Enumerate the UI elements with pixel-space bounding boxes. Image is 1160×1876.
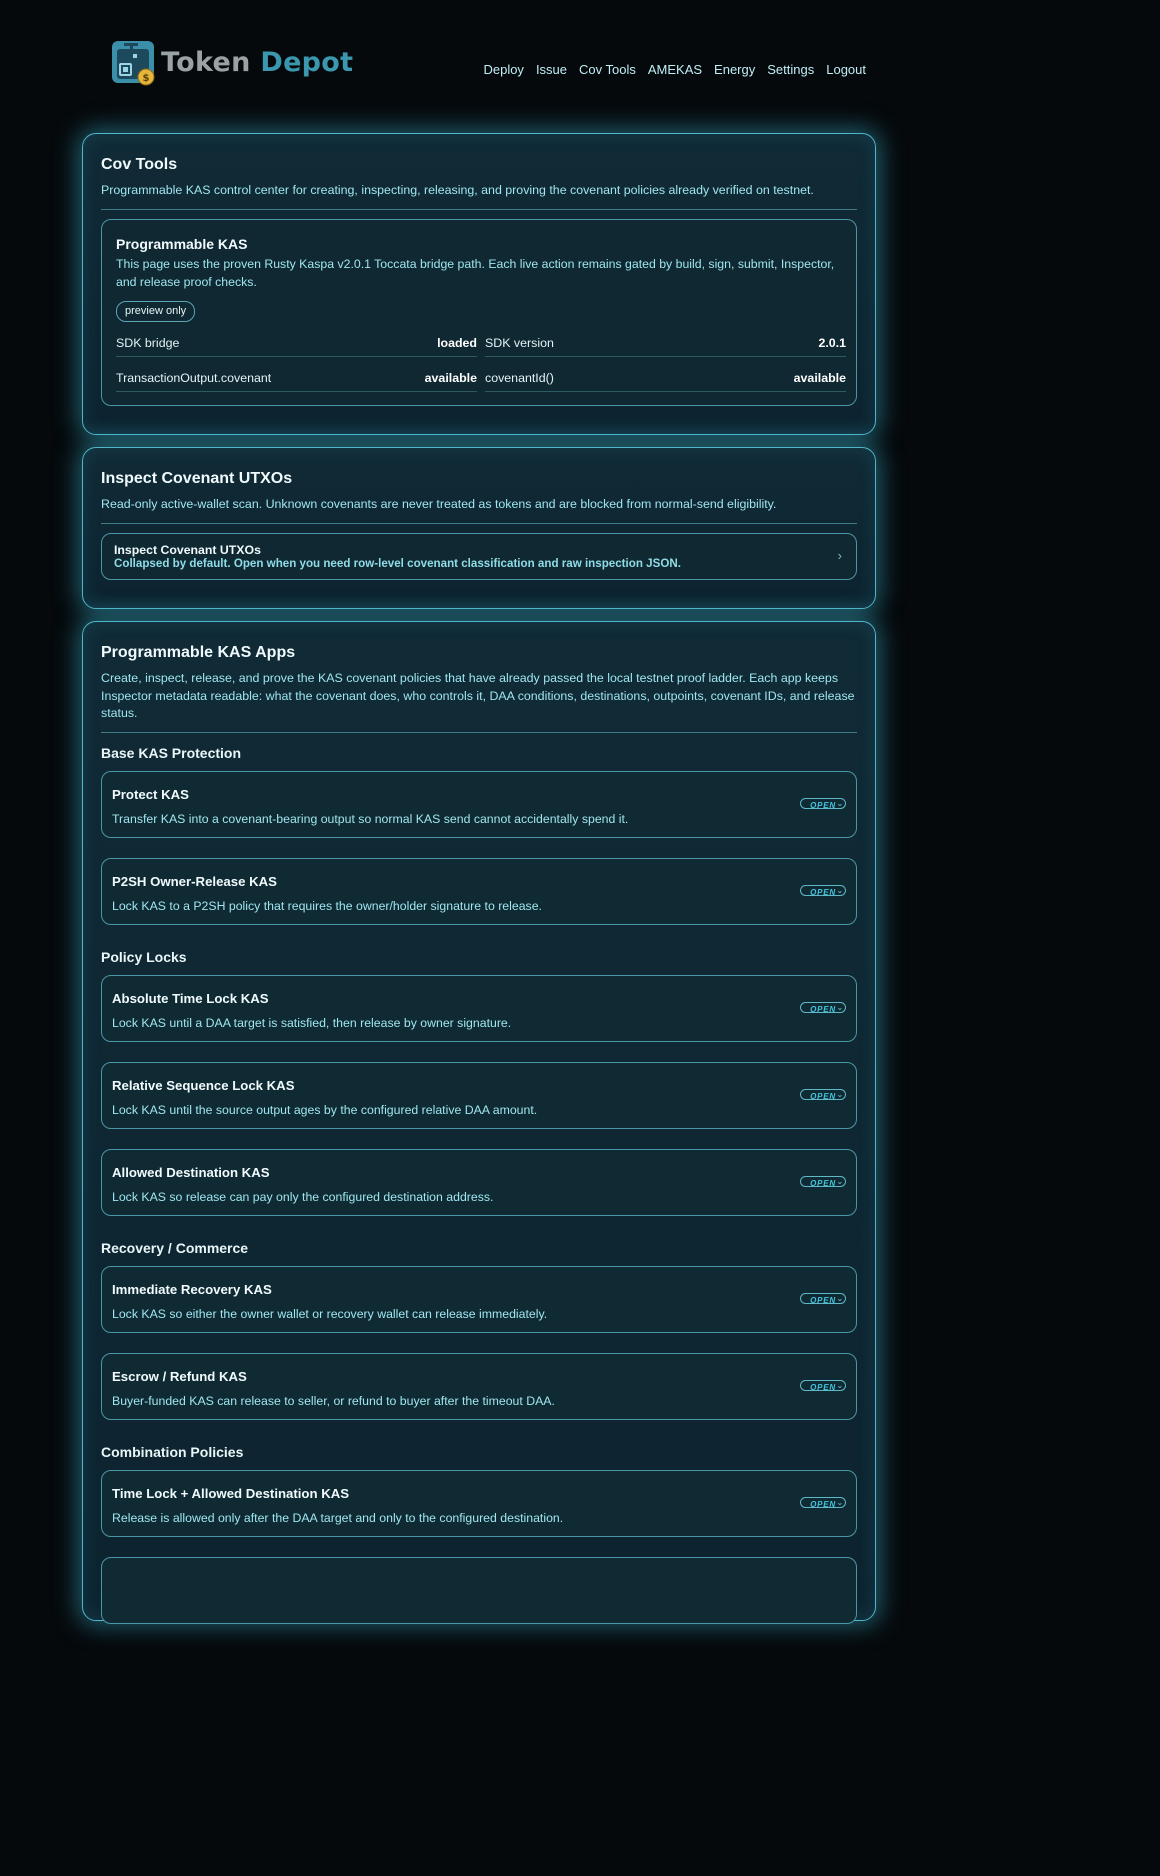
open-label: OPEN (810, 1500, 836, 1509)
brand-logo[interactable]: $ Token Depot (111, 38, 353, 86)
cov-tools-description: Programmable KAS control center for crea… (101, 183, 814, 197)
chevron-right-icon: › (837, 548, 842, 563)
section-title-base-kas-protection: Base KAS Protection (101, 745, 242, 761)
app-title: Absolute Time Lock KAS (112, 991, 269, 1006)
preview-only-badge: preview only (116, 301, 196, 322)
apps-title: Programmable KAS Apps (101, 644, 296, 661)
app-description: Lock KAS until a DAA target is satisfied… (112, 1016, 512, 1030)
app-title: Protect KAS (112, 787, 189, 802)
open-button[interactable]: OPEN ⌄ (800, 1002, 846, 1014)
open-label: OPEN (810, 801, 836, 810)
transaction-output-covenant-value: available (424, 371, 477, 385)
section-title-recovery-commerce: Recovery / Commerce (101, 1240, 249, 1256)
header: $ Token Depot Deploy Issue Cov Tools AME… (0, 0, 970, 120)
brand-name: Token Depot (161, 46, 354, 78)
open-label: OPEN (810, 1005, 836, 1014)
app-description: Release is allowed only after the DAA ta… (112, 1511, 564, 1525)
covenant-id-row: covenantId() available (485, 367, 846, 392)
chevron-down-icon: ⌄ (836, 1090, 844, 1099)
open-label: OPEN (810, 1296, 836, 1305)
inspect-description: Read-only active-wallet scan. Unknown co… (101, 497, 777, 511)
app-title: Escrow / Refund KAS (112, 1369, 247, 1384)
token-depot-logo-icon: $ (111, 38, 157, 86)
nav-deploy[interactable]: Deploy (483, 62, 523, 77)
app-card-allowed-destination-kas[interactable]: Allowed Destination KAS Lock KAS so relea… (101, 1149, 857, 1216)
sdk-version-label: SDK version (485, 336, 554, 350)
app-description: Lock KAS until the source output ages by… (112, 1103, 538, 1117)
open-label: OPEN (810, 888, 836, 897)
sdk-bridge-label: SDK bridge (116, 336, 180, 350)
sdk-bridge-row: SDK bridge loaded (116, 332, 477, 357)
open-button[interactable]: OPEN ⌄ (800, 1176, 846, 1188)
chevron-down-icon: ⌄ (836, 1177, 844, 1186)
inspect-utxos-card: Inspect Covenant UTXOs Read-only active-… (82, 447, 876, 609)
open-button[interactable]: OPEN ⌄ (800, 1380, 846, 1392)
collapsible-title: Inspect Covenant UTXOs (114, 543, 261, 557)
covenant-id-value: available (793, 371, 846, 385)
collapsible-description: Collapsed by default. Open when you need… (114, 557, 681, 570)
covenant-id-label: covenantId() (485, 371, 554, 385)
app-card-immediate-recovery-kas[interactable]: Immediate Recovery KAS Lock KAS so either… (101, 1266, 857, 1333)
app-title: Allowed Destination KAS (112, 1165, 270, 1180)
chevron-down-icon: ⌄ (836, 1381, 844, 1390)
open-label: OPEN (810, 1383, 836, 1392)
open-button[interactable]: OPEN ⌄ (800, 1089, 846, 1101)
app-description: Transfer KAS into a covenant-bearing out… (112, 812, 629, 826)
nav-amekas[interactable]: AMEKAS (648, 62, 702, 77)
chevron-down-icon: ⌄ (836, 886, 844, 895)
app-card-escrow-refund-kas[interactable]: Escrow / Refund KAS Buyer-funded KAS can … (101, 1353, 857, 1420)
open-label: OPEN (810, 1179, 836, 1188)
open-button[interactable]: OPEN ⌄ (800, 1293, 846, 1305)
inspect-title: Inspect Covenant UTXOs (101, 470, 293, 487)
top-nav: Deploy Issue Cov Tools AMEKAS Energy Set… (483, 62, 866, 77)
transaction-output-covenant-label: TransactionOutput.covenant (116, 371, 272, 385)
app-card-partial[interactable] (101, 1557, 857, 1624)
cov-tools-title: Cov Tools (101, 156, 178, 173)
nav-settings[interactable]: Settings (767, 62, 814, 77)
app-title: P2SH Owner-Release KAS (112, 874, 277, 889)
divider (101, 523, 857, 524)
app-description: Buyer-funded KAS can release to seller, … (112, 1394, 555, 1408)
divider (101, 732, 857, 733)
app-card-absolute-time-lock-kas[interactable]: Absolute Time Lock KAS Lock KAS until a D… (101, 975, 857, 1042)
app-card-time-lock-allowed-destination-kas[interactable]: Time Lock + Allowed Destination KAS Relea… (101, 1470, 857, 1537)
app-title: Immediate Recovery KAS (112, 1282, 272, 1297)
nav-issue[interactable]: Issue (536, 62, 567, 77)
programmable-kas-description: This page uses the proven Rusty Kaspa v2… (116, 257, 835, 289)
app-title: Relative Sequence Lock KAS (112, 1078, 295, 1093)
nav-cov-tools[interactable]: Cov Tools (579, 62, 636, 77)
open-label: OPEN (810, 1092, 836, 1101)
transaction-output-covenant-row: TransactionOutput.covenant available (116, 367, 477, 392)
open-button[interactable]: OPEN ⌄ (800, 885, 846, 897)
app-description: Lock KAS to a P2SH policy that requires … (112, 899, 542, 913)
nav-energy[interactable]: Energy (714, 62, 755, 77)
sdk-version-value: 2.0.1 (818, 336, 846, 350)
app-title: Time Lock + Allowed Destination KAS (112, 1486, 350, 1501)
app-description: Lock KAS so release can pay only the con… (112, 1190, 494, 1204)
open-button[interactable]: OPEN ⌄ (800, 798, 846, 810)
app-card-p2sh-owner-release-kas[interactable]: P2SH Owner-Release KAS Lock KAS to a P2SH… (101, 858, 857, 925)
inspect-utxos-collapsible[interactable]: Inspect Covenant UTXOs Collapsed by defa… (101, 533, 857, 580)
app-card-relative-sequence-lock-kas[interactable]: Relative Sequence Lock KAS Lock KAS until… (101, 1062, 857, 1129)
section-title-policy-locks: Policy Locks (101, 949, 187, 965)
chevron-down-icon: ⌄ (836, 1003, 844, 1012)
nav-logout[interactable]: Logout (826, 62, 866, 77)
svg-text:$: $ (143, 73, 150, 84)
programmable-kas-apps-card: Programmable KAS Apps Create, inspect, r… (82, 621, 876, 1624)
chevron-down-icon: ⌄ (836, 1498, 844, 1507)
sdk-bridge-value: loaded (437, 336, 477, 350)
open-button[interactable]: OPEN ⌄ (800, 1497, 846, 1509)
programmable-kas-panel: Programmable KAS This page uses the prov… (101, 219, 857, 406)
app-card-protect-kas[interactable]: Protect KAS Transfer KAS into a covenant-… (101, 771, 857, 838)
sdk-version-row: SDK version 2.0.1 (485, 332, 846, 357)
divider (101, 209, 857, 210)
section-title-combination-policies: Combination Policies (101, 1444, 244, 1460)
programmable-kas-title: Programmable KAS (116, 236, 248, 252)
chevron-down-icon: ⌄ (836, 1294, 844, 1303)
apps-description: Create, inspect, release, and prove the … (101, 671, 855, 721)
cov-tools-card: Cov Tools Programmable KAS control cente… (82, 133, 876, 435)
app-description: Lock KAS so either the owner wallet or r… (112, 1307, 548, 1321)
chevron-down-icon: ⌄ (836, 799, 844, 808)
